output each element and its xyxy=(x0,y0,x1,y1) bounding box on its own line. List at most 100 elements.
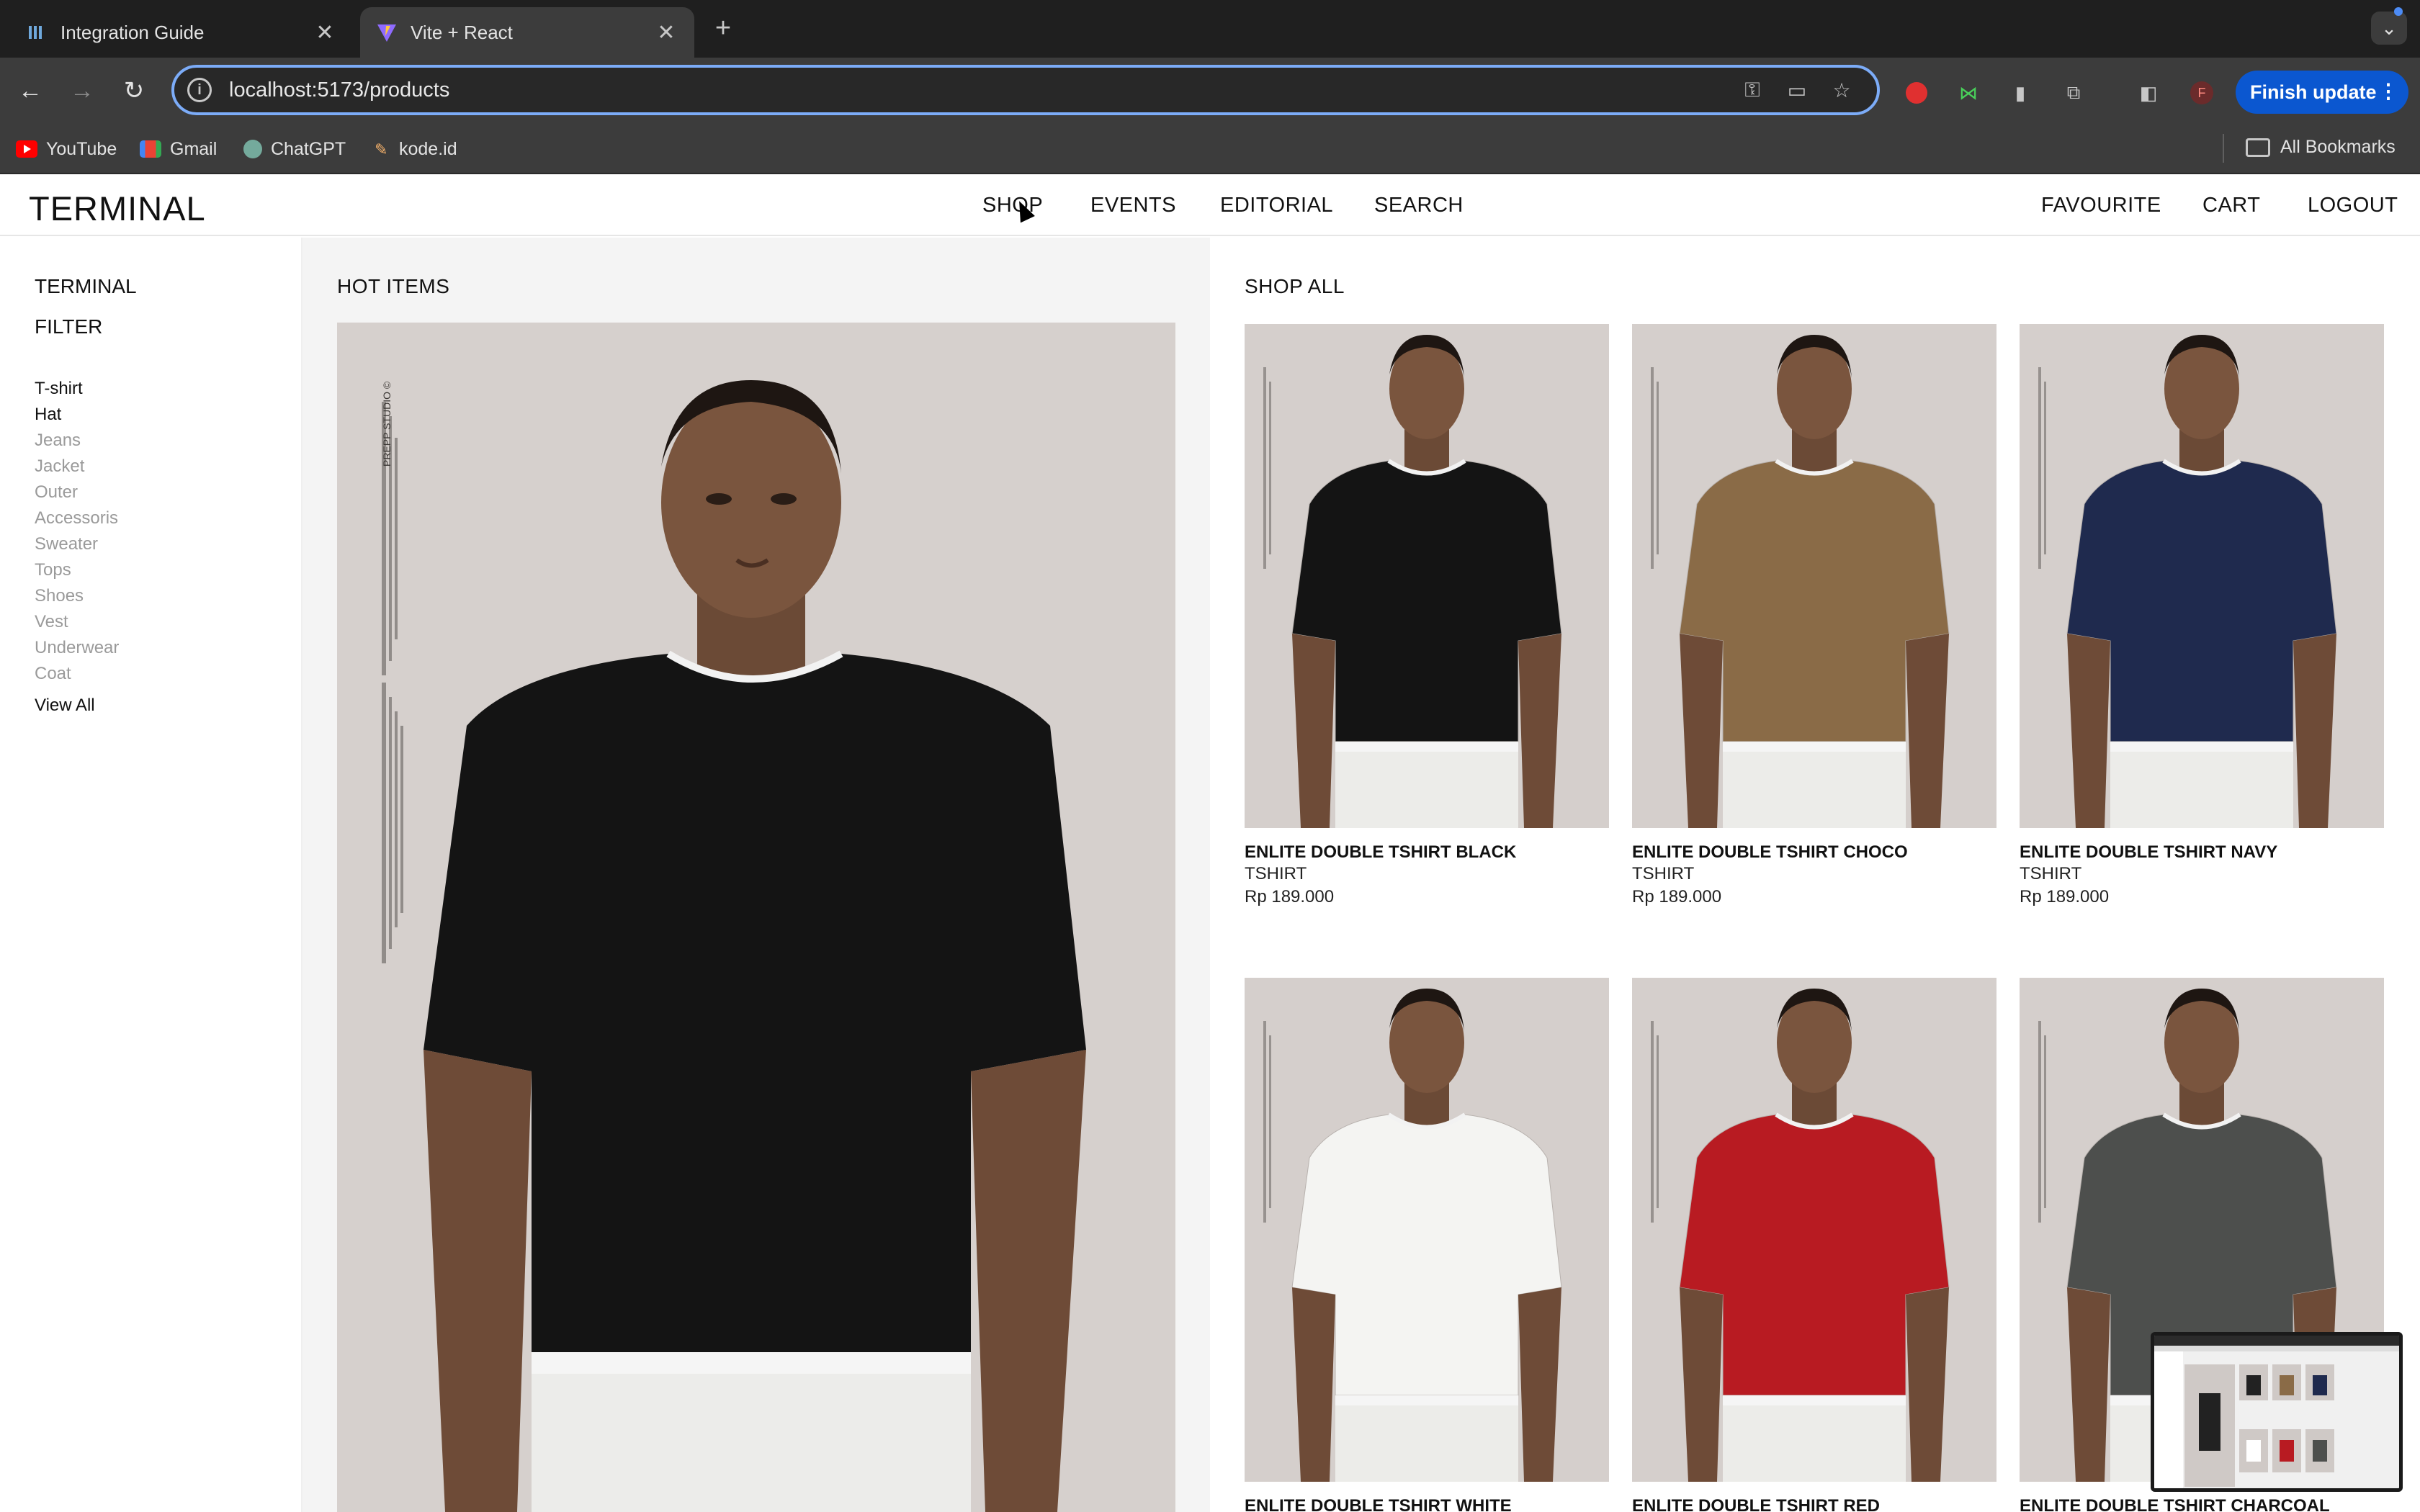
product-name[interactable]: ENLITE DOUBLE TSHIRT RED xyxy=(1632,1496,1880,1512)
bookmarks-bar: YouTube Gmail ChatGPT ✎ kode.id All Book… xyxy=(0,124,2420,174)
all-bookmarks-button[interactable]: All Bookmarks xyxy=(2246,137,2396,158)
product-name[interactable]: ENLITE DOUBLE TSHIRT BLACK xyxy=(1245,842,1516,863)
kode-id-icon: ✎ xyxy=(375,140,388,158)
close-tab-icon[interactable]: ✕ xyxy=(313,20,337,45)
category-item[interactable]: Underwear xyxy=(35,638,119,658)
product-image[interactable] xyxy=(1632,324,1996,828)
tab-integration-guide[interactable]: Integration Guide ✕ xyxy=(10,7,353,58)
product-category: TSHIRT xyxy=(1632,864,1695,883)
bookmark-label: ChatGPT xyxy=(271,138,346,159)
screen-preview-thumbnail[interactable] xyxy=(2151,1332,2403,1492)
folder-icon xyxy=(2246,138,2270,157)
category-item[interactable]: Jeans xyxy=(35,431,81,451)
site-info-icon[interactable]: i xyxy=(187,78,212,102)
brand-vertical-text: PREPP STUDIO © xyxy=(381,381,393,467)
extensions-puzzle-icon[interactable]: ⧉ xyxy=(2057,76,2090,109)
product-name[interactable]: ENLITE DOUBLE TSHIRT CHOCO xyxy=(1632,842,1908,863)
nav-events[interactable]: EVENTS xyxy=(1090,194,1176,217)
model-tshirt-photo xyxy=(1245,978,1609,1482)
category-item[interactable]: Vest xyxy=(35,612,68,632)
side-panel-icon[interactable]: ◧ xyxy=(2132,76,2165,109)
product-price: Rp 189.000 xyxy=(1632,887,1722,906)
category-item[interactable]: Hat xyxy=(35,405,61,425)
chatgpt-icon xyxy=(243,140,262,158)
category-item[interactable]: Shoes xyxy=(35,586,84,606)
product-price: Rp 189.000 xyxy=(1245,887,1335,906)
address-bar[interactable]: i localhost:5173/products ⚿ ▭ ☆ xyxy=(171,65,1880,115)
browser-tab-strip: Integration Guide ✕ Vite + React ✕ + ⌄ xyxy=(0,0,2420,58)
hot-item-image[interactable]: PREPP STUDIO © xyxy=(337,323,1175,1512)
profile-avatar[interactable]: F xyxy=(2185,76,2218,109)
product-category: TSHIRT xyxy=(1245,864,1307,883)
all-bookmarks-label: All Bookmarks xyxy=(2280,137,2396,157)
bookmark-kode-id[interactable]: ✎ kode.id xyxy=(375,137,457,161)
category-item[interactable]: T-shirt xyxy=(35,379,83,399)
model-tshirt-photo xyxy=(2020,324,2384,828)
hot-items-title: HOT ITEMS xyxy=(337,275,450,297)
category-item[interactable]: Sweater xyxy=(35,534,98,554)
tab-title: Vite + React xyxy=(411,21,513,43)
product-name[interactable]: ENLITE DOUBLE TSHIRT NAVY xyxy=(2020,842,2277,863)
model-tshirt-photo xyxy=(1632,324,1996,828)
product-price: Rp 189.000 xyxy=(2020,887,2110,906)
bookmark-youtube[interactable]: YouTube xyxy=(16,137,117,161)
sidebar-title: TERMINAL xyxy=(35,275,137,297)
back-arrow-icon[interactable]: ← xyxy=(13,73,48,108)
nav-search[interactable]: SEARCH xyxy=(1374,194,1464,217)
shop-all-title: SHOP ALL xyxy=(1245,275,1345,297)
product-category: TSHIRT xyxy=(2020,864,2082,883)
bookmark-star-icon[interactable]: ☆ xyxy=(1819,78,1864,102)
close-tab-icon[interactable]: ✕ xyxy=(654,20,678,45)
new-tab-icon[interactable]: + xyxy=(709,14,738,43)
category-item[interactable]: Jacket xyxy=(35,456,84,477)
tab-search-chevron-icon[interactable]: ⌄ xyxy=(2371,7,2407,45)
finish-update-label: Finish update xyxy=(2250,81,2377,103)
tab-title: Integration Guide xyxy=(60,21,205,43)
model-black-tshirt-photo: PREPP STUDIO © xyxy=(337,323,1175,1512)
product-image[interactable] xyxy=(1245,324,1609,828)
bookmark-label: Gmail xyxy=(170,138,218,159)
model-tshirt-photo xyxy=(1632,978,1996,1482)
view-all-link[interactable]: View All xyxy=(35,696,95,716)
nav-logout[interactable]: LOGOUT xyxy=(2308,194,2398,217)
category-item[interactable]: Coat xyxy=(35,664,71,684)
integration-guide-favicon-icon xyxy=(29,26,42,39)
product-image[interactable] xyxy=(1632,978,1996,1482)
vite-favicon-icon xyxy=(377,24,396,42)
bookmarks-separator xyxy=(2223,134,2224,163)
youtube-icon xyxy=(16,140,37,158)
nav-favourite[interactable]: FAVOURITE xyxy=(2041,194,2161,217)
site-header: TERMINAL SHOP EVENTS EDITORIAL SEARCH FA… xyxy=(0,174,2420,236)
product-name[interactable]: ENLITE DOUBLE TSHIRT CHARCOAL xyxy=(2020,1496,2330,1512)
product-image[interactable] xyxy=(2020,324,2384,828)
bookmark-gmail[interactable]: Gmail xyxy=(140,137,217,161)
tab-vite-react[interactable]: Vite + React ✕ xyxy=(360,7,694,58)
bookmark-chatgpt[interactable]: ChatGPT xyxy=(243,137,346,161)
category-item[interactable]: Outer xyxy=(35,482,78,503)
preview-thumbnail-image xyxy=(2154,1336,2399,1488)
extension-red-icon[interactable] xyxy=(1900,76,1933,109)
product-image[interactable] xyxy=(1245,978,1609,1482)
model-tshirt-photo xyxy=(1245,324,1609,828)
category-item[interactable]: Tops xyxy=(35,560,71,580)
reload-icon[interactable]: ↻ xyxy=(117,73,151,108)
gmail-icon xyxy=(140,140,161,158)
category-item[interactable]: Accessoris xyxy=(35,508,118,528)
filter-heading: FILTER xyxy=(35,315,103,338)
extension-green-icon[interactable]: ⋈ xyxy=(1952,76,1985,109)
nav-editorial[interactable]: EDITORIAL xyxy=(1220,194,1333,217)
product-name[interactable]: ENLITE DOUBLE TSHIRT WHITE xyxy=(1245,1496,1512,1512)
password-key-icon[interactable]: ⚿ xyxy=(1730,78,1775,102)
more-menu-icon[interactable]: ⋮ xyxy=(2378,79,2398,103)
bookmark-label: kode.id xyxy=(399,138,457,159)
site-logo[interactable]: TERMINAL xyxy=(29,189,206,228)
url-text[interactable]: localhost:5173/products xyxy=(229,78,1730,102)
nav-cart[interactable]: CART xyxy=(2202,194,2260,217)
hot-items-panel: HOT ITEMS PREPP STUDIO © xyxy=(302,238,1210,1512)
extension-signal-icon[interactable]: ▮ xyxy=(2004,76,2037,109)
filter-sidebar: TERMINAL FILTER T-shirt Hat Jeans Jacket Out… xyxy=(0,238,302,1512)
finish-update-button[interactable]: Finish update ⋮ xyxy=(2236,71,2408,114)
payment-card-icon[interactable]: ▭ xyxy=(1775,78,1819,102)
bookmark-label: YouTube xyxy=(46,138,117,159)
forward-arrow-icon[interactable]: → xyxy=(65,73,99,108)
